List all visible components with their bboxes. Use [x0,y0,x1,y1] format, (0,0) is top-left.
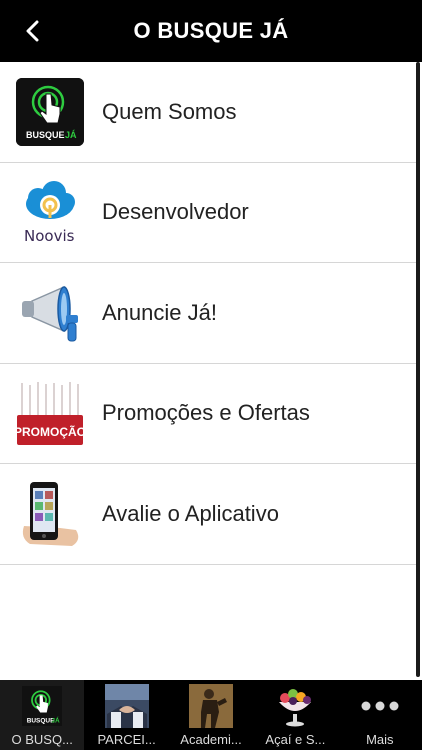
noovis-logo-icon: Noovis [16,178,84,247]
menu-list: BUSQUE JÁ Quem Somos Noovis Desenvolvedo… [0,62,417,565]
svg-text:BUSQUE: BUSQUE [27,717,55,724]
menu-item-quem-somos[interactable]: BUSQUE JÁ Quem Somos [0,62,417,163]
scrollbar[interactable] [416,62,420,677]
promocao-tags-icon: PROMOÇÃO [16,379,84,448]
back-button[interactable] [18,16,48,46]
menu-item-label: Anuncie Já! [102,299,217,325]
menu-item-anuncie[interactable]: Anuncie Já! [0,263,417,364]
tab-bar: BUSQUE JÁ O BUSQ... PARCEI... Academi...… [0,680,422,750]
tab-label: Mais [366,732,394,747]
logo-ja-text: JÁ [65,130,77,140]
tab-label: O BUSQ... [11,732,73,747]
fitness-icon [189,684,234,728]
smartphone-icon [16,479,84,548]
page-title: O BUSQUE JÁ [133,18,289,43]
noovis-text: Noovis [24,227,75,245]
app-header: O BUSQUE JÁ [0,0,422,62]
logo-busque-text: BUSQUE [26,130,65,140]
menu-item-label: Avalie o Aplicativo [102,500,279,526]
tab-parceiros[interactable]: PARCEI... [84,680,168,750]
busque-ja-logo-icon: BUSQUE JÁ [16,77,84,146]
busque-ja-logo-icon: BUSQUE JÁ [20,684,64,728]
menu-item-promocoes[interactable]: PROMOÇÃO Promoções e Ofertas [0,364,417,464]
menu-item-label: Quem Somos [102,98,237,124]
menu-item-label: Promoções e Ofertas [102,400,310,426]
tab-label: PARCEI... [97,732,156,747]
menu-item-label: Desenvolvedor [102,199,249,225]
tab-label: Academi... [180,732,242,747]
tab-academia[interactable]: Academi... [169,680,253,750]
menu-item-desenvolvedor[interactable]: Noovis Desenvolvedor [0,163,417,263]
megaphone-icon [16,278,84,347]
more-dots-icon [358,684,402,728]
tab-mais[interactable]: Mais [338,680,422,750]
tab-label: Açaí e S... [265,732,326,747]
tab-acai[interactable]: Açaí e S... [253,680,337,750]
menu-item-avalie[interactable]: Avalie o Aplicativo [0,464,417,565]
acai-bowl-icon [273,684,317,728]
chevron-left-icon [26,20,39,42]
promocao-text: PROMOÇÃO [16,424,84,439]
tab-o-busque[interactable]: BUSQUE JÁ O BUSQ... [0,680,85,750]
handshake-icon [104,684,149,728]
